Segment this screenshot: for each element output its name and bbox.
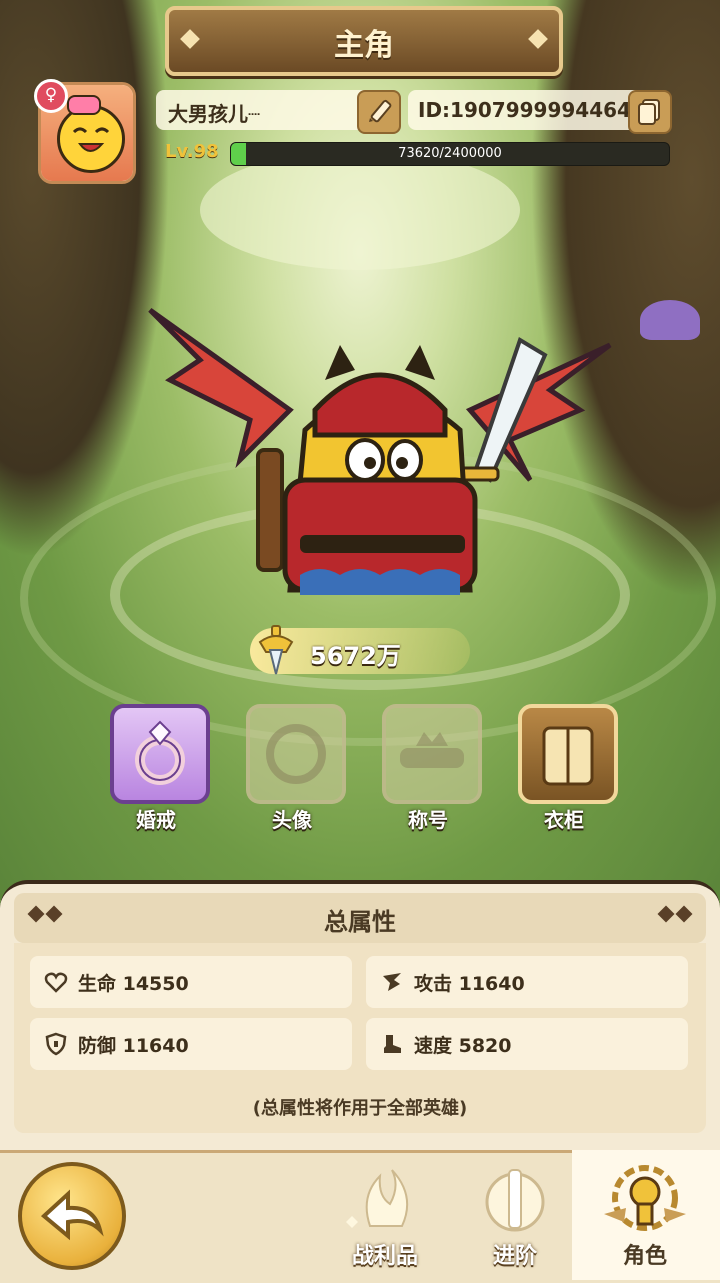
wardrobe-button[interactable] [518,704,618,804]
mushroom-decoration [640,300,700,340]
shield-icon [45,1032,67,1056]
stat-defense: 防御 11640 [30,1018,352,1070]
copy-id-button[interactable] [628,90,672,134]
xp-text: 73620/2400000 [398,146,502,161]
stat-speed: 速度 5820 [366,1018,688,1070]
wardrobe-label: 衣柜 [544,808,584,832]
attributes-note: (总属性将作用于全部英雄) [252,1098,468,1119]
nav-character-label: 角色 [622,1244,667,1269]
player-name: 大男孩儿┈ [168,102,261,126]
title-button[interactable] [382,704,482,804]
bow-icon [67,95,101,115]
character-icon [604,1165,686,1231]
nav-loot-label: 战利品 [351,1244,418,1269]
page-title: 主角 [334,28,394,63]
nav-advance[interactable]: 进阶 [460,1156,570,1276]
attributes-title: 总属性 [324,908,396,936]
power-sword-icon [258,625,294,675]
stat-defense-text: 防御 11640 [78,1035,189,1057]
title-crown-icon [400,732,464,768]
hero-character [148,307,612,595]
avatar-frame-label: 头像 [272,808,312,832]
edit-name-button[interactable] [357,90,401,134]
stat-speed-text: 速度 5820 [414,1035,512,1057]
ring-icon [135,720,185,785]
claw-icon [383,973,401,991]
nav-character[interactable]: 角色 [590,1156,700,1276]
heart-icon [44,972,68,993]
pencil-icon [369,99,392,123]
nav-loot[interactable]: 战利品 [330,1156,440,1276]
boot-icon [384,1035,401,1053]
wedding-ring-label: 婚戒 [136,808,176,832]
stat-hp: 生命 14550 [30,956,352,1008]
female-icon: ♀ [34,79,68,113]
stat-hp-text: 生命 14550 [78,973,189,995]
loot-icon [346,1169,409,1228]
wardrobe-icon [542,726,594,786]
copy-icon [638,99,660,125]
title-banner: 主角 [165,6,563,76]
combat-power: 5672万 [250,625,470,675]
title-label: 称号 [408,808,448,832]
player-level: Lv.98 [165,141,219,162]
power-value: 5672万 [310,642,401,670]
avatar-frame-icon [266,724,326,784]
player-id: ID:1907999994464 [418,98,631,122]
wedding-ring-button[interactable] [110,704,210,804]
back-button[interactable] [18,1162,126,1270]
xp-bar: 73620/2400000 [230,142,670,166]
avatar-face-icon [57,105,125,173]
avatar-frame-button[interactable] [246,704,346,804]
nav-advance-label: 进阶 [492,1244,537,1269]
back-arrow-icon [40,1189,104,1241]
sword-emblem-icon [485,1169,545,1232]
stat-attack: 攻击 11640 [366,956,688,1008]
stat-attack-text: 攻击 11640 [414,973,525,995]
distant-hill [200,150,520,270]
